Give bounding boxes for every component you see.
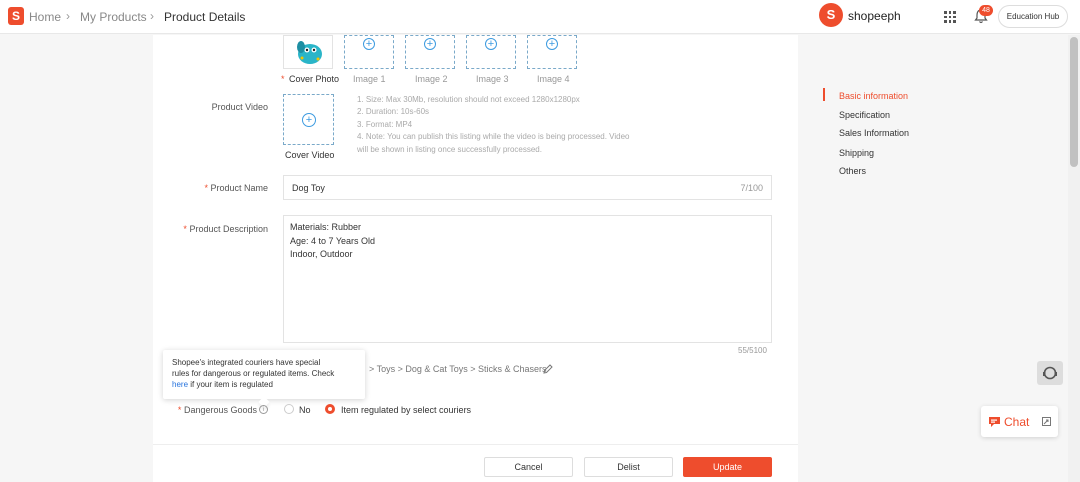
top-bar: S Home › My Products › Product Details S… [0,0,1080,34]
update-button[interactable]: Update [683,457,772,477]
headset-icon [1043,366,1057,380]
product-name-input[interactable]: Dog Toy 7/100 [283,175,772,200]
shop-avatar[interactable]: S [819,3,843,27]
image-label-2: Image 2 [415,74,448,84]
apps-grid-icon[interactable] [944,11,956,23]
chevron-right-icon: › [66,9,70,23]
chevron-right-icon: › [150,9,154,23]
footer-divider [153,444,798,445]
product-video-label: Product Video [211,102,268,112]
plus-icon: + [485,38,497,50]
product-description-label: * Product Description [183,224,268,234]
image-label-3: Image 3 [476,74,509,84]
side-nav-specification[interactable]: Specification [839,110,890,120]
video-note-line: will be shown in listing once successful… [357,145,542,154]
cover-video-label: Cover Video [285,150,335,160]
scrollbar-thumb[interactable] [1070,37,1078,167]
dog-toy-image [297,41,322,64]
chat-button[interactable]: Chat [981,406,1058,437]
video-note-line: 2. Duration: 10s-60s [357,107,430,116]
video-note-line: 1. Size: Max 30Mb, resolution should not… [357,95,580,104]
chat-bubble-icon [989,417,1000,427]
education-hub-button[interactable]: Education Hub [998,5,1068,28]
description-line: Age: 4 to 7 Years Old [290,236,376,246]
product-name-counter: 7/100 [740,183,763,193]
breadcrumb-my-products[interactable]: My Products [80,10,147,24]
notification-badge: 48 [979,5,993,16]
side-nav-others[interactable]: Others [839,166,866,176]
cancel-button[interactable]: Cancel [484,457,573,477]
category-path: > Toys > Dog & Cat Toys > Sticks & Chase… [369,364,547,374]
tooltip-line: here if your item is regulated [172,380,273,389]
side-nav-basic-information[interactable]: Basic information [839,91,908,101]
pencil-edit-icon[interactable] [542,363,554,375]
image-label-4: Image 4 [537,74,570,84]
radio-regulated[interactable] [325,404,335,414]
product-description-textarea[interactable]: Materials: Rubber Age: 4 to 7 Years Old … [283,215,772,343]
product-name-label: * Product Name [204,183,268,193]
image-upload-1[interactable]: + [344,35,394,69]
tooltip-line: rules for dangerous or regulated items. … [172,369,335,378]
shopee-logo-icon[interactable]: S [8,7,24,25]
breadcrumb-home[interactable]: Home [29,10,61,24]
plus-icon: + [302,113,316,127]
image-upload-4[interactable]: + [527,35,577,69]
support-button[interactable] [1037,361,1063,385]
breadcrumb-product-details: Product Details [164,10,246,24]
cover-photo-label: Cover Photo [289,74,340,84]
image-upload-2[interactable]: + [405,35,455,69]
required-marker: * [281,74,285,84]
expand-window-icon[interactable] [1042,417,1051,426]
plus-icon: + [546,38,558,50]
video-note-line: 3. Format: MP4 [357,120,413,129]
video-upload-box[interactable]: + [283,94,334,145]
tooltip-line: Shopee's integrated couriers have specia… [172,358,321,367]
tooltip-here-link[interactable]: here [172,380,188,389]
description-counter: 55/5100 [738,346,767,355]
cover-photo-thumbnail[interactable] [283,35,333,69]
description-line: Indoor, Outdoor [290,249,353,259]
plus-icon: + [363,38,375,50]
info-icon[interactable]: i [259,405,268,414]
side-nav-sales-information[interactable]: Sales Information [839,128,909,138]
radio-regulated-label[interactable]: Item regulated by select couriers [341,405,471,415]
product-name-value: Dog Toy [292,183,325,193]
radio-no-label[interactable]: No [299,405,311,415]
image-upload-3[interactable]: + [466,35,516,69]
dangerous-goods-label: * Dangerous Goods [177,405,257,415]
plus-icon: + [424,38,436,50]
description-line: Materials: Rubber [290,222,362,232]
chat-label: Chat [1004,415,1030,429]
delist-button[interactable]: Delist [584,457,673,477]
radio-no[interactable] [284,404,294,414]
image-label-1: Image 1 [353,74,386,84]
side-nav-shipping[interactable]: Shipping [839,148,874,158]
shop-name[interactable]: shopeeph [848,9,901,23]
video-note-line: 4. Note: You can publish this listing wh… [357,132,630,141]
side-nav-active-indicator [823,88,825,101]
dangerous-goods-tooltip: Shopee's integrated couriers have specia… [163,350,365,399]
